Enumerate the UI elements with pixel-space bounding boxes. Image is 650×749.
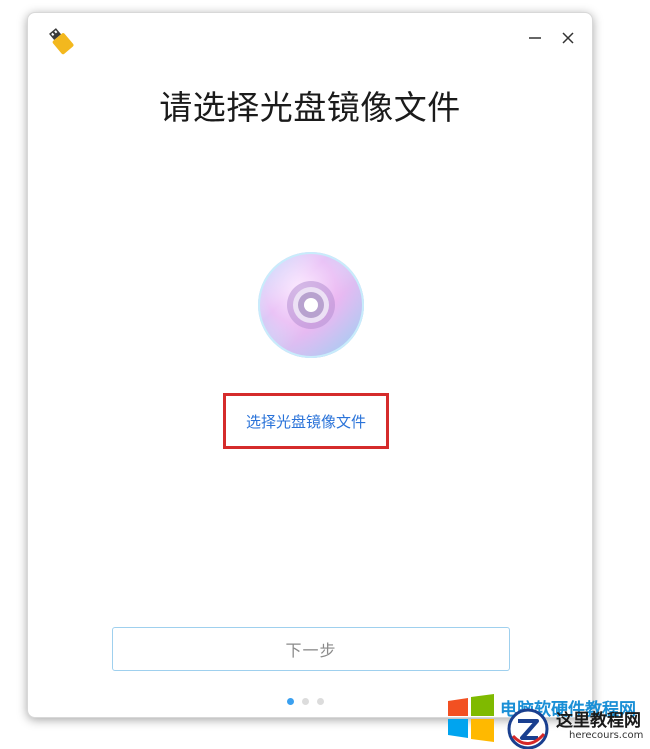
- select-image-file-link[interactable]: 选择光盘镜像文件: [223, 393, 389, 449]
- usb-drive-icon: [49, 28, 74, 55]
- next-step-button[interactable]: 下一步: [112, 627, 510, 671]
- optical-disc-icon[interactable]: [256, 250, 366, 360]
- page-title: 请选择光盘镜像文件: [159, 88, 461, 127]
- close-button[interactable]: [557, 27, 579, 49]
- watermark-site-name: 这里教程网: [556, 711, 641, 731]
- windows-logo-icon: [448, 694, 494, 742]
- page-dot-3: [317, 698, 324, 705]
- minimize-button[interactable]: [524, 27, 546, 49]
- installer-window: 请选择光盘镜像文件 选择光盘镜像文件 下一步: [27, 12, 593, 718]
- page-dot-1: [287, 698, 294, 705]
- pagination-dots: [287, 698, 324, 705]
- page-dot-2: [302, 698, 309, 705]
- site-badge-icon: [507, 708, 549, 749]
- screen: 请选择光盘镜像文件 选择光盘镜像文件 下一步 电脑软硬件教程网 这里教程网 he…: [0, 0, 650, 749]
- close-icon: [562, 32, 574, 44]
- minimize-icon: [529, 37, 541, 39]
- watermark-site-url: herecours.com: [569, 730, 644, 741]
